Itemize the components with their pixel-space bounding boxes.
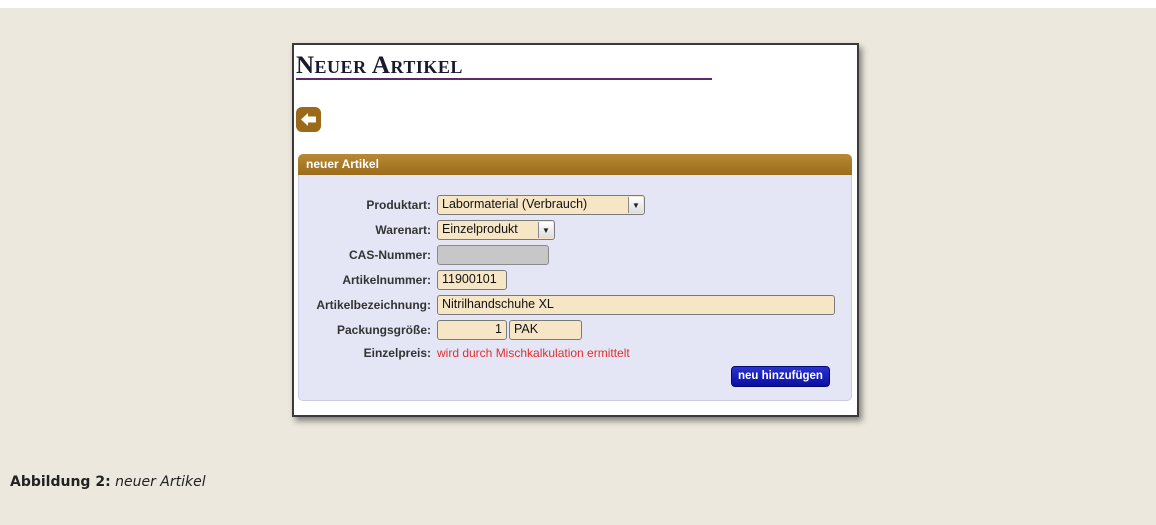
app-window: Neuer Artikel neuer Artikel Produktart: … xyxy=(292,43,859,417)
title-divider xyxy=(296,78,712,80)
arrow-left-icon xyxy=(300,112,317,127)
page-title: Neuer Artikel xyxy=(296,52,463,79)
chevron-down-icon[interactable]: ▼ xyxy=(628,197,643,213)
warenart-label: Warenart: xyxy=(375,223,431,237)
cas-nummer-field xyxy=(437,245,549,265)
panel-header: neuer Artikel xyxy=(298,154,852,175)
top-strip xyxy=(0,0,1156,8)
einzelpreis-label: Einzelpreis: xyxy=(363,346,431,360)
caption-text: neuer Artikel xyxy=(115,474,206,490)
warenart-value: Einzelprodukt xyxy=(442,222,518,236)
artikelnummer-field[interactable]: 11900101 xyxy=(437,270,507,290)
packungsgroesse-quantity-field[interactable]: 1 xyxy=(437,320,507,340)
warenart-select[interactable]: Einzelprodukt ▼ xyxy=(437,220,555,240)
cas-nummer-label: CAS-Nummer: xyxy=(348,248,431,262)
produktart-value: Labormaterial (Verbrauch) xyxy=(442,197,588,211)
produktart-label: Produktart: xyxy=(366,198,431,212)
caption-prefix: Abbildung 2: xyxy=(10,474,111,490)
einzelpreis-value: wird durch Mischkalkulation ermittelt xyxy=(437,346,630,360)
neu-hinzufuegen-button[interactable]: neu hinzufügen xyxy=(731,366,830,387)
artikelnummer-label: Artikelnummer: xyxy=(342,273,431,287)
artikelbezeichnung-field[interactable]: Nitrilhandschuhe XL xyxy=(437,295,835,315)
figure-caption: Abbildung 2: neuer Artikel xyxy=(10,474,206,490)
artikelbezeichnung-label: Artikelbezeichnung: xyxy=(316,298,431,312)
chevron-down-icon[interactable]: ▼ xyxy=(538,222,553,238)
packungsgroesse-label: Packungsgröße: xyxy=(336,323,431,337)
form-panel: Produktart: Labormaterial (Verbrauch) ▼ … xyxy=(298,175,852,401)
packungsgroesse-unit-field[interactable]: PAK xyxy=(509,320,582,340)
produktart-select[interactable]: Labormaterial (Verbrauch) ▼ xyxy=(437,195,645,215)
back-button[interactable] xyxy=(296,107,321,132)
